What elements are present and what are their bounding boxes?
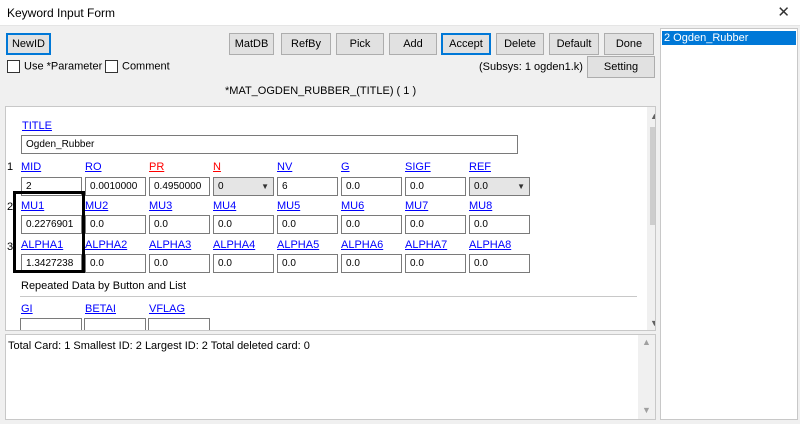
alpha4-link[interactable]: ALPHA4 xyxy=(213,239,255,251)
keyword-list: 2 Ogden_Rubber xyxy=(660,28,798,420)
card-title: *MAT_OGDEN_RUBBER_(TITLE) ( 1 ) xyxy=(225,85,417,97)
alpha5-input[interactable]: 0.0 xyxy=(277,254,338,273)
ref-select[interactable]: 0.0 ▼ xyxy=(469,177,530,196)
subsys-label: (Subsys: 1 ogden1.k) xyxy=(479,61,583,73)
title-link[interactable]: TITLE xyxy=(22,120,52,132)
mid-link[interactable]: MID xyxy=(21,161,41,173)
ro-link[interactable]: RO xyxy=(85,161,102,173)
ref-value: 0.0 xyxy=(474,181,488,192)
nv-input[interactable]: 6 xyxy=(277,177,338,196)
alpha7-input[interactable]: 0.0 xyxy=(405,254,466,273)
mu5-input[interactable]: 0.0 xyxy=(277,215,338,234)
mu6-input[interactable]: 0.0 xyxy=(341,215,402,234)
mu4-link[interactable]: MU4 xyxy=(213,200,236,212)
ref-link[interactable]: REF xyxy=(469,161,491,173)
alpha2-link[interactable]: ALPHA2 xyxy=(85,239,127,251)
mu3-link[interactable]: MU3 xyxy=(149,200,172,212)
mu8-link[interactable]: MU8 xyxy=(469,200,492,212)
alpha8-link[interactable]: ALPHA8 xyxy=(469,239,511,251)
use-parameter-checkbox[interactable]: Use *Parameter xyxy=(7,60,102,74)
checkbox-box[interactable] xyxy=(7,60,20,73)
delete-button[interactable]: Delete xyxy=(496,33,544,55)
alpha6-link[interactable]: ALPHA6 xyxy=(341,239,383,251)
vflag-link[interactable]: VFLAG xyxy=(149,303,185,315)
repeated-heading: Repeated Data by Button and List xyxy=(21,280,187,292)
mu7-input[interactable]: 0.0 xyxy=(405,215,466,234)
scroll-thumb[interactable] xyxy=(650,127,655,225)
setting-button[interactable]: Setting xyxy=(587,56,655,78)
chevron-up-icon[interactable]: ▲ xyxy=(650,111,655,121)
gi-input[interactable] xyxy=(20,318,82,330)
sigf-link[interactable]: SIGF xyxy=(405,161,431,173)
title-bar: Keyword Input Form ✕ xyxy=(0,0,800,26)
alpha5-link[interactable]: ALPHA5 xyxy=(277,239,319,251)
mu6-link[interactable]: MU6 xyxy=(341,200,364,212)
default-button[interactable]: Default xyxy=(549,33,599,55)
title-input[interactable]: Ogden_Rubber xyxy=(21,135,518,154)
alpha7-link[interactable]: ALPHA7 xyxy=(405,239,447,251)
window-title: Keyword Input Form xyxy=(7,6,116,20)
mu4-input[interactable]: 0.0 xyxy=(213,215,274,234)
mu3-input[interactable]: 0.0 xyxy=(149,215,210,234)
panel-scrollbar[interactable]: ▲ ▼ xyxy=(647,107,655,330)
pick-button[interactable]: Pick xyxy=(336,33,384,55)
accept-button[interactable]: Accept xyxy=(441,33,491,55)
g-link[interactable]: G xyxy=(341,161,350,173)
alpha4-input[interactable]: 0.0 xyxy=(213,254,274,273)
mu7-link[interactable]: MU7 xyxy=(405,200,428,212)
n-value: 0 xyxy=(218,181,224,192)
alpha3-input[interactable]: 0.0 xyxy=(149,254,210,273)
vflag-input[interactable] xyxy=(148,318,210,330)
pr-link[interactable]: PR xyxy=(149,161,164,173)
done-button[interactable]: Done xyxy=(604,33,654,55)
divider xyxy=(20,296,637,297)
mu5-link[interactable]: MU5 xyxy=(277,200,300,212)
mu8-input[interactable]: 0.0 xyxy=(469,215,530,234)
status-area: Total Card: 1 Smallest ID: 2 Largest ID:… xyxy=(5,334,656,420)
row-number: 1 xyxy=(7,161,14,173)
sigf-input[interactable]: 0.0 xyxy=(405,177,466,196)
mu2-input[interactable]: 0.0 xyxy=(85,215,146,234)
chevron-down-icon[interactable]: ▼ xyxy=(650,318,655,328)
comment-checkbox[interactable]: Comment xyxy=(105,60,170,74)
status-scrollbar[interactable]: ▲ ▼ xyxy=(638,335,655,419)
g-input[interactable]: 0.0 xyxy=(341,177,402,196)
highlight-box xyxy=(13,191,85,273)
chevron-down-icon: ▼ xyxy=(517,182,525,191)
close-icon[interactable]: ✕ xyxy=(777,3,790,21)
gi-link[interactable]: GI xyxy=(21,303,33,315)
card-panel: TITLE Ogden_Rubber 1 MID 2 RO 0.0010000 … xyxy=(5,106,656,331)
alpha8-input[interactable]: 0.0 xyxy=(469,254,530,273)
n-select[interactable]: 0 ▼ xyxy=(213,177,274,196)
betai-link[interactable]: BETAI xyxy=(85,303,116,315)
pr-input[interactable]: 0.4950000 xyxy=(149,177,210,196)
nv-link[interactable]: NV xyxy=(277,161,292,173)
chevron-down-icon: ▼ xyxy=(261,182,269,191)
mu2-link[interactable]: MU2 xyxy=(85,200,108,212)
comment-label: Comment xyxy=(122,60,170,73)
refby-button[interactable]: RefBy xyxy=(281,33,331,55)
checkbox-box[interactable] xyxy=(105,60,118,73)
ro-input[interactable]: 0.0010000 xyxy=(85,177,146,196)
alpha3-link[interactable]: ALPHA3 xyxy=(149,239,191,251)
alpha2-input[interactable]: 0.0 xyxy=(85,254,146,273)
list-item[interactable]: 2 Ogden_Rubber xyxy=(662,31,796,45)
use-parameter-label: Use *Parameter xyxy=(24,60,103,73)
n-link[interactable]: N xyxy=(213,161,221,173)
betai-input[interactable] xyxy=(84,318,146,330)
chevron-down-icon[interactable]: ▼ xyxy=(642,405,651,415)
chevron-up-icon[interactable]: ▲ xyxy=(642,337,651,347)
matdb-button[interactable]: MatDB xyxy=(229,33,274,55)
status-text: Total Card: 1 Smallest ID: 2 Largest ID:… xyxy=(8,340,310,352)
add-button[interactable]: Add xyxy=(389,33,437,55)
alpha6-input[interactable]: 0.0 xyxy=(341,254,402,273)
newid-button[interactable]: NewID xyxy=(6,33,51,55)
